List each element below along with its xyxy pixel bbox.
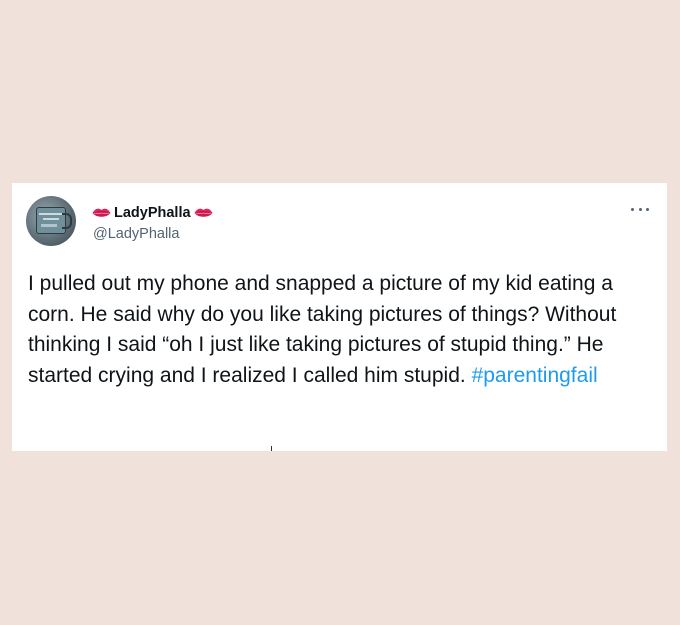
more-dot [638,207,642,211]
mug-handle [62,213,72,229]
more-dot [646,207,649,211]
display-name[interactable]: LadyPhalla [114,204,191,222]
tweet-text: I pulled out my phone and snapped a pict… [28,269,653,391]
display-name-row[interactable]: LadyPhalla [92,204,213,222]
more-options-icon[interactable] [631,204,649,214]
divider-mark [271,446,272,451]
mug-text-line [39,213,63,215]
lips-icon [92,208,111,217]
avatar[interactable] [26,196,76,246]
more-dot [631,207,634,211]
tweet-card[interactable]: LadyPhalla @LadyPhalla I pulled out my p… [12,183,667,451]
mug-text-line [41,224,57,227]
user-handle[interactable]: @LadyPhalla [93,225,179,243]
lips-icon [194,208,213,217]
hashtag-link[interactable]: #parentingfail [472,364,598,387]
mug-text-line [43,218,59,220]
